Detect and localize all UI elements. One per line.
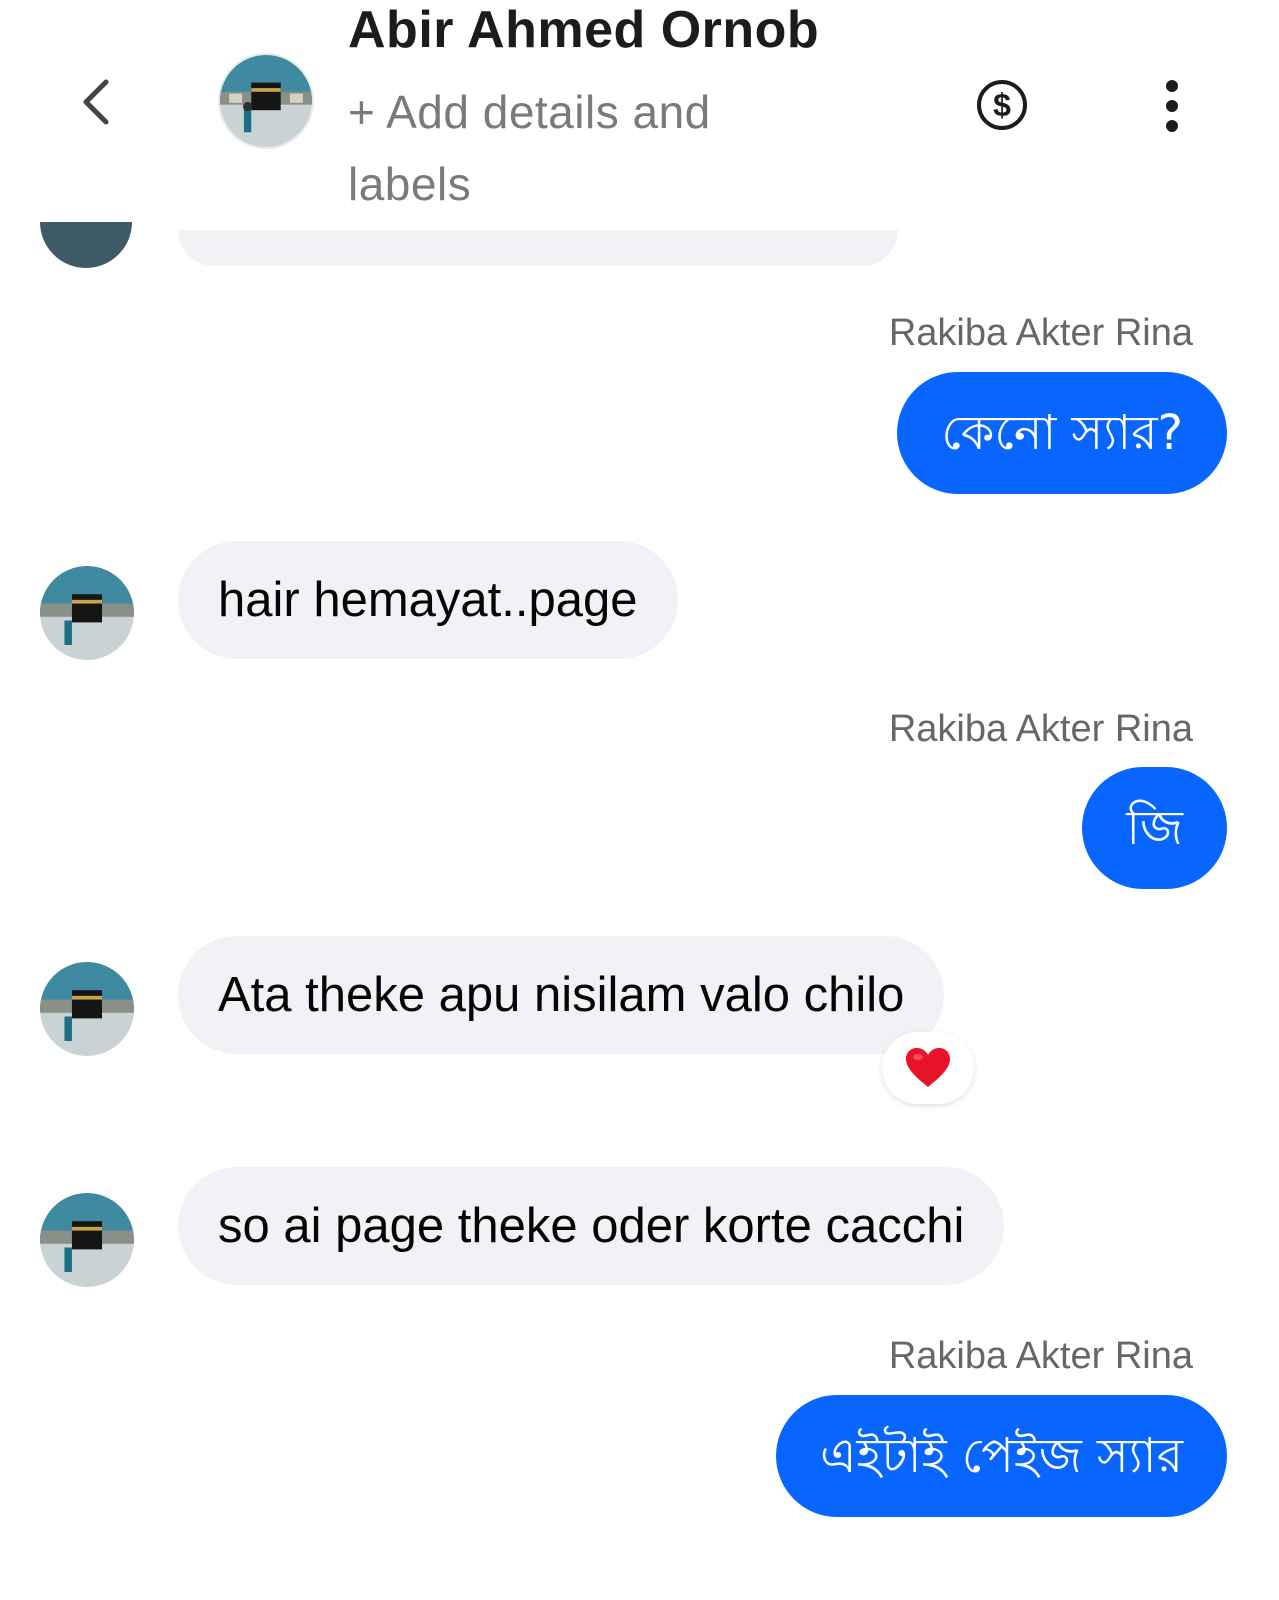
outgoing-message-bubble[interactable]: কেনো স্যার?	[897, 372, 1227, 494]
back-button[interactable]	[72, 72, 122, 132]
svg-text:$: $	[993, 87, 1011, 123]
outgoing-message-bubble[interactable]: এইটাই পেইজ স্যার	[776, 1395, 1227, 1517]
contact-avatar-small[interactable]	[40, 962, 134, 1056]
sender-name: Rakiba Akter Rina	[888, 1335, 1193, 1377]
payment-button[interactable]: $	[975, 78, 1029, 132]
add-details-labels-link[interactable]: + Add details and labels	[348, 76, 808, 220]
outgoing-message-bubble[interactable]: জি	[1082, 767, 1227, 889]
contact-avatar[interactable]	[220, 55, 312, 147]
contact-name[interactable]: Abir Ahmed Ornob	[348, 0, 819, 60]
more-options-button[interactable]	[1160, 78, 1184, 134]
dollar-circle-icon: $	[977, 80, 1027, 130]
incoming-message-bubble[interactable]: Ata theke apu nisilam valo chilo	[178, 936, 945, 1054]
previous-message-bubble[interactable]	[178, 230, 898, 266]
sender-name: Rakiba Akter Rina	[888, 312, 1193, 354]
more-vertical-icon	[1166, 80, 1178, 132]
previous-message-avatar	[40, 222, 132, 268]
kaaba-avatar-image	[40, 962, 134, 1056]
chat-header: Abir Ahmed Ornob + Add details and label…	[0, 0, 1279, 220]
incoming-message-bubble[interactable]: hair hemayat..page	[178, 541, 678, 659]
contact-avatar-small[interactable]	[40, 1193, 134, 1287]
incoming-message-bubble[interactable]: so ai page theke oder korte cacchi	[178, 1167, 1005, 1285]
heart-icon	[906, 1048, 950, 1087]
kaaba-avatar-image	[220, 55, 312, 147]
message-reaction[interactable]	[882, 1032, 974, 1104]
kaaba-avatar-image	[40, 1193, 134, 1287]
chevron-left-icon	[83, 79, 109, 125]
sender-name: Rakiba Akter Rina	[888, 708, 1193, 750]
contact-avatar-small[interactable]	[40, 566, 134, 660]
kaaba-avatar-image	[40, 566, 134, 660]
